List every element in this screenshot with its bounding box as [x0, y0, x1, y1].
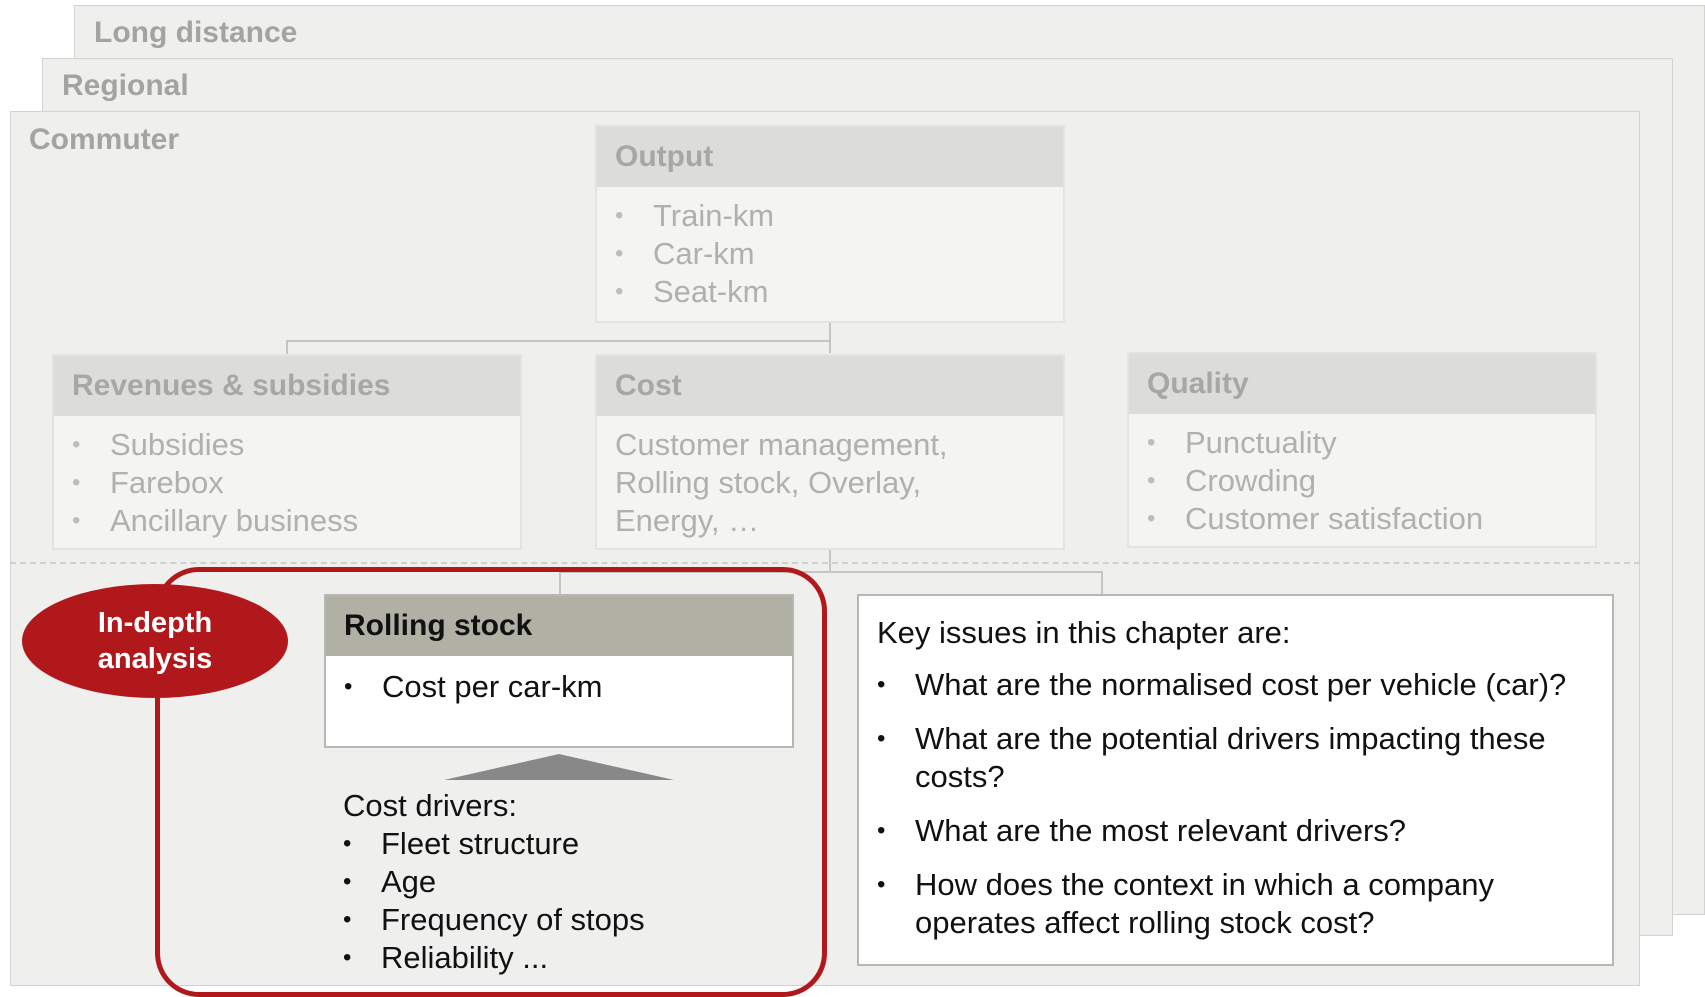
connector-horizontal-top	[286, 340, 831, 342]
in-depth-analysis-badge: In-depth analysis	[22, 584, 288, 698]
list-item: Punctuality	[1147, 424, 1595, 462]
list-item: Subsidies	[72, 426, 520, 464]
list-item: Age	[343, 863, 645, 901]
list-item: What are the potential drivers impacting…	[877, 720, 1594, 796]
rolling-stock-list: Cost per car-km	[326, 656, 792, 706]
revenues-title: Revenues & subsidies	[54, 356, 520, 416]
list-item: Train-km	[615, 197, 1063, 235]
connector-revenues-up	[286, 340, 288, 355]
list-item: Farebox	[72, 464, 520, 502]
revenues-box: Revenues & subsidies Subsidies Farebox A…	[52, 354, 522, 550]
output-box: Output Train-km Car-km Seat-km	[595, 125, 1065, 323]
output-list: Train-km Car-km Seat-km	[597, 187, 1063, 311]
cost-description: Customer management, Rolling stock, Over…	[597, 416, 1063, 540]
output-title: Output	[597, 127, 1063, 187]
revenues-list: Subsidies Farebox Ancillary business	[54, 416, 520, 540]
list-item: Customer satisfaction	[1147, 500, 1595, 538]
cost-drivers-heading: Cost drivers:	[343, 788, 517, 823]
list-item: Crowding	[1147, 462, 1595, 500]
key-issues-box: Key issues in this chapter are: What are…	[857, 594, 1614, 966]
cost-box: Cost Customer management, Rolling stock,…	[595, 354, 1065, 550]
rolling-stock-box: Rolling stock Cost per car-km	[324, 594, 794, 748]
list-item: What are the most relevant drivers?	[877, 812, 1594, 850]
list-item: Ancillary business	[72, 502, 520, 540]
dashed-separator	[10, 562, 1640, 564]
badge-line: analysis	[97, 643, 213, 675]
list-item: Fleet structure	[343, 825, 645, 863]
cost-drivers: Cost drivers: Fleet structure Age Freque…	[343, 787, 645, 977]
quality-box: Quality Punctuality Crowding Customer sa…	[1127, 352, 1597, 548]
list-item: Seat-km	[615, 273, 1063, 311]
quality-list: Punctuality Crowding Customer satisfacti…	[1129, 414, 1595, 538]
key-issues-list: What are the normalised cost per vehicle…	[877, 666, 1594, 942]
rolling-stock-title: Rolling stock	[326, 596, 792, 656]
badge-line: In-depth	[97, 607, 213, 639]
list-item: Car-km	[615, 235, 1063, 273]
layer-commuter-title: Commuter	[29, 123, 180, 156]
list-item: What are the normalised cost per vehicle…	[877, 666, 1594, 704]
list-item: How does the context in which a company …	[877, 866, 1594, 942]
connector-cost-down	[829, 548, 831, 572]
connector-key-up	[1101, 571, 1103, 595]
cost-title: Cost	[597, 356, 1063, 416]
layer-long-distance-title: Long distance	[94, 16, 298, 49]
cost-line: Energy, …	[615, 503, 760, 538]
list-item: Frequency of stops	[343, 901, 645, 939]
list-item: Reliability ...	[343, 939, 645, 977]
connector-output-down	[829, 323, 831, 353]
layer-regional-title: Regional	[62, 69, 189, 102]
list-item: Cost per car-km	[344, 668, 792, 706]
cost-line: Customer management,	[615, 427, 948, 462]
quality-title: Quality	[1129, 354, 1595, 414]
cost-line: Rolling stock, Overlay,	[615, 465, 922, 500]
key-issues-heading: Key issues in this chapter are:	[877, 615, 1291, 650]
cost-drivers-list: Fleet structure Age Frequency of stops R…	[343, 825, 645, 977]
